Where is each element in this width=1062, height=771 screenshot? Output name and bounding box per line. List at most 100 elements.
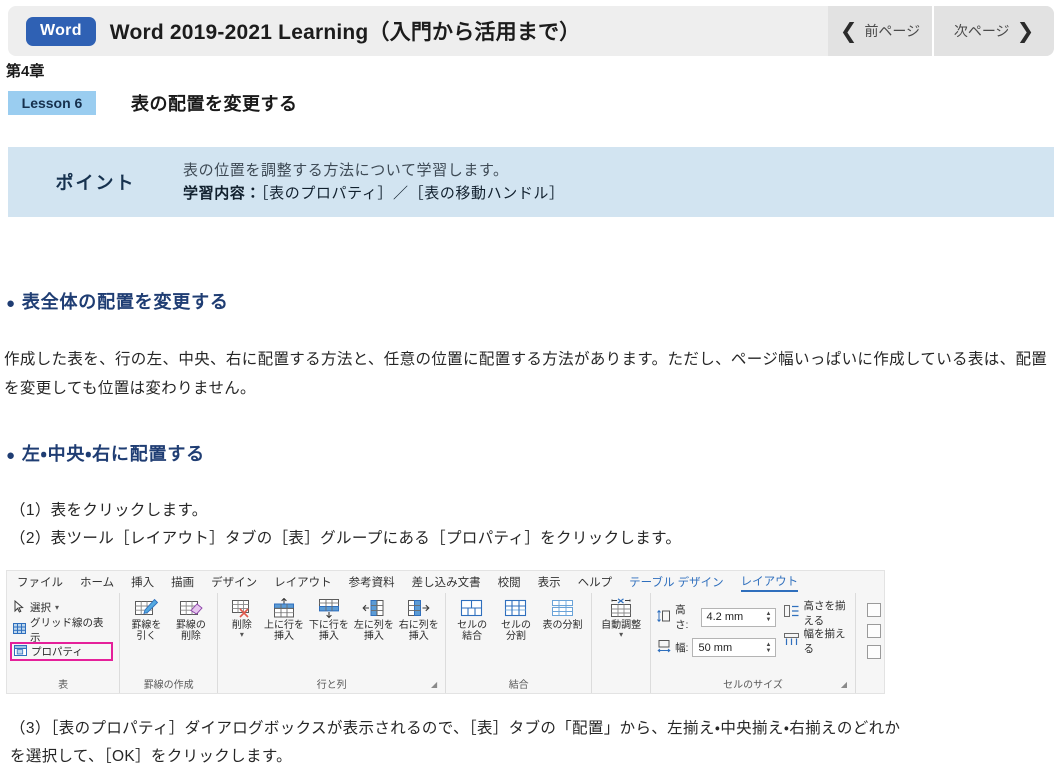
delete-button[interactable]: 削除 ▾ (224, 596, 259, 639)
row-height-icon (657, 609, 671, 626)
autofit-icon (608, 598, 634, 618)
distribute-rows-button[interactable]: 高さを揃える (784, 603, 849, 622)
merge-cells-label: セルの結合 (457, 620, 487, 642)
ribbon-group-cell-size: 高さ: 4.2 mm ▲▼ 幅: (651, 593, 856, 694)
insert-below-label-l2: 挿入 (319, 631, 339, 642)
step-2: （2）表ツール［レイアウト］タブの［表］グループにある［プロパティ］をクリックし… (10, 525, 1050, 553)
insert-right-button[interactable]: 右に列を挿入 (398, 596, 439, 642)
distribute-columns-icon (784, 632, 799, 649)
ribbon-tab-layout[interactable]: レイアウト (274, 574, 332, 590)
insert-below-label-l1: 下に行を (309, 620, 349, 631)
split-table-label: 表の分割 (543, 620, 583, 631)
ribbon-group-alignment-label (862, 677, 878, 693)
distribute-columns-button[interactable]: 幅を揃える (784, 631, 849, 650)
point-description: 表の位置を調整する方法について学習します。 (183, 159, 1054, 182)
ribbon-group-merge: セルの結合 セルの分割 (446, 593, 592, 694)
ribbon-tab-mailings[interactable]: 差し込み文書 (412, 574, 481, 590)
ribbon-content: 選択 ▾ グリッド線の表示 (7, 593, 884, 694)
view-gridlines-button[interactable]: グリッド線の表示 (13, 620, 113, 639)
draw-table-label-l1: 罫線を (131, 620, 161, 631)
draw-table-label-l2: 引く (136, 631, 156, 642)
delete-table-icon (229, 598, 255, 618)
ribbon-group-draw-label: 罫線の作成 (126, 677, 211, 693)
section-heading-table-alignment: ● 表全体の配置を変更する (6, 288, 229, 314)
dialog-launcher-icon[interactable]: ◢ (841, 678, 847, 692)
step-3-line-2: を選択して、［OK］をクリックします。 (10, 743, 1052, 771)
gridlines-icon (13, 622, 26, 638)
ribbon-tab-help[interactable]: ヘルプ (578, 574, 613, 590)
insert-right-label: 右に列を挿入 (399, 620, 439, 642)
distribute-columns-label: 幅を揃える (803, 626, 849, 656)
point-label: ポイント (8, 169, 183, 195)
split-cells-button[interactable]: セルの分割 (496, 596, 536, 642)
view-gridlines-label: グリッド線の表示 (30, 615, 113, 645)
eraser-label-l1: 罫線の (176, 620, 206, 631)
step-3-line-1: （3）［表のプロパティ］ダイアログボックスが表示されるので、［表］タブの「配置」… (10, 715, 1052, 743)
prev-page-button[interactable]: ❮ 前ページ (828, 6, 934, 56)
distribute-rows-label: 高さを揃える (803, 598, 849, 628)
row-height-control: 高さ: 4.2 mm ▲▼ (657, 602, 776, 632)
ribbon-group-cell-size-label: セルのサイズ ◢ (657, 677, 849, 693)
ribbon-group-autofit: 自動調整 ▾ (592, 593, 651, 694)
row-height-input[interactable]: 4.2 mm ▲▼ (701, 608, 777, 627)
prev-page-label: 前ページ (864, 21, 920, 41)
properties-label: プロパティ (31, 644, 83, 659)
row-height-value: 4.2 mm (707, 611, 744, 623)
insert-above-button[interactable]: 上に行を挿入 (264, 596, 305, 642)
section-heading-text: 左・中央・右に配置する (22, 444, 205, 464)
draw-table-button[interactable]: 罫線を引く (126, 596, 167, 642)
app-header: Word Word 2019-2021 Learning（入門から活用まで） ❮… (8, 6, 1054, 56)
align-bottom-left-icon[interactable] (867, 645, 881, 659)
section-paragraph: 作成した表を、行の左、中央、右に配置する方法と、任意の位置に配置する方法がありま… (4, 346, 1058, 403)
ribbon-tab-file[interactable]: ファイル (17, 574, 63, 590)
ribbon-tab-insert[interactable]: 挿入 (131, 574, 154, 590)
ribbon-tab-bar: ファイル ホーム 挿入 描画 デザイン レイアウト 参考資料 差し込み文書 校閲… (7, 571, 884, 593)
align-top-left-icon[interactable] (867, 603, 881, 617)
ribbon-tab-draw[interactable]: 描画 (171, 574, 194, 590)
insert-left-label-l2: 挿入 (364, 631, 384, 642)
insert-row-below-icon (316, 598, 342, 618)
point-contents-value: ［表のプロパティ］／［表の移動ハンドル］ (261, 185, 565, 202)
ribbon-group-table-label: 表 (13, 677, 113, 693)
ribbon-tab-review[interactable]: 校閲 (498, 574, 521, 590)
table-properties-icon (14, 644, 27, 660)
dialog-launcher-icon[interactable]: ◢ (431, 678, 437, 692)
ribbon-group-table: 選択 ▾ グリッド線の表示 (7, 593, 120, 694)
insert-left-label: 左に列を挿入 (354, 620, 394, 642)
insert-column-left-icon (361, 598, 387, 618)
insert-below-label: 下に行を挿入 (309, 620, 349, 642)
merge-cells-button[interactable]: セルの結合 (452, 596, 492, 642)
spinner-arrows-icon[interactable]: ▲▼ (766, 611, 776, 623)
eraser-button[interactable]: 罫線の削除 (171, 596, 212, 642)
merge-cells-icon (459, 598, 485, 618)
column-width-input[interactable]: 50 mm ▲▼ (692, 638, 776, 657)
ribbon-tab-table-design[interactable]: テーブル デザイン (629, 574, 724, 590)
insert-left-button[interactable]: 左に列を挿入 (353, 596, 394, 642)
properties-button[interactable]: プロパティ (10, 642, 113, 661)
select-label: 選択 (30, 600, 51, 615)
merge-cells-label-l2: 結合 (462, 631, 482, 642)
ribbon-tab-design[interactable]: デザイン (211, 574, 257, 590)
align-middle-left-icon[interactable] (867, 624, 881, 638)
rows-columns-label-text: 行と列 (317, 680, 347, 691)
page-title: Word 2019-2021 Learning（入門から活用まで） (110, 16, 581, 46)
next-page-button[interactable]: 次ページ ❯ (934, 6, 1054, 56)
ribbon-tab-table-layout[interactable]: レイアウト (741, 573, 799, 592)
split-table-button[interactable]: 表の分割 (540, 596, 585, 631)
column-width-value: 50 mm (698, 642, 732, 654)
insert-right-label-l2: 挿入 (409, 631, 429, 642)
autofit-button[interactable]: 自動調整 ▾ (599, 596, 643, 639)
insert-below-button[interactable]: 下に行を挿入 (308, 596, 349, 642)
ribbon-tab-home[interactable]: ホーム (80, 574, 114, 590)
ribbon-tab-references[interactable]: 参考資料 (349, 574, 395, 590)
draw-table-label: 罫線を引く (131, 620, 161, 642)
ribbon-group-alignment-clipped (856, 593, 884, 694)
section-heading-text: 表全体の配置を変更する (22, 292, 229, 312)
section-heading-left-center-right: ●左・中央・右に配置する (6, 440, 205, 466)
ribbon-group-draw-borders: 罫線を引く 罫線の削除 (120, 593, 218, 694)
bullet-icon: ● (6, 295, 16, 312)
distribute-rows-icon (784, 604, 799, 621)
spinner-arrows-icon[interactable]: ▲▼ (766, 642, 776, 654)
ribbon-tab-view[interactable]: 表示 (538, 574, 561, 590)
insert-left-label-l1: 左に列を (354, 620, 394, 631)
